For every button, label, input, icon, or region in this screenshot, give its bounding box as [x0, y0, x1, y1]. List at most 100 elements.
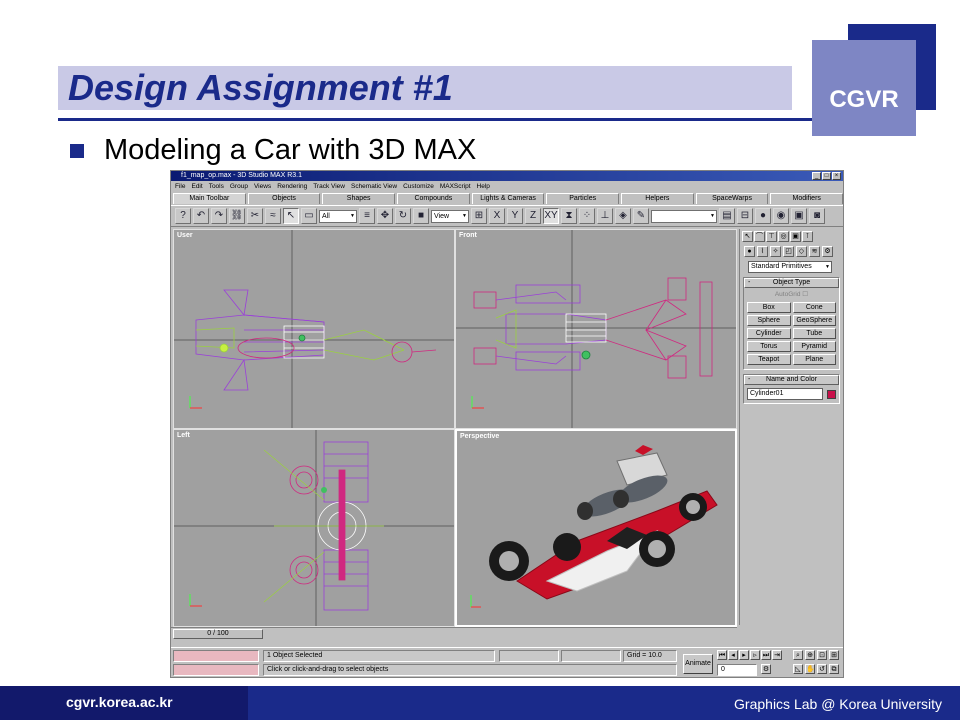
mirror-icon[interactable]: ⧗	[561, 208, 577, 224]
maxscript-mini-input[interactable]	[173, 664, 259, 676]
tab-spacewarps[interactable]: SpaceWarps	[695, 193, 769, 204]
region-select-icon[interactable]: ▭	[301, 208, 317, 224]
time-slider[interactable]: 0 / 100	[173, 629, 263, 639]
rotate-icon[interactable]: ↻	[395, 208, 411, 224]
axis-x-button[interactable]: X	[489, 208, 505, 224]
tab-lights-cameras[interactable]: Lights & Cameras	[471, 193, 545, 204]
zoom-extents-all-icon[interactable]: ⊞	[829, 650, 839, 660]
named-selection-dropdown[interactable]	[651, 209, 717, 223]
cylinder-button[interactable]: Cylinder	[747, 328, 791, 339]
minimize-button[interactable]: _	[812, 172, 821, 180]
object-name-input[interactable]: Cylinder01	[747, 388, 823, 400]
zoom-extents-icon[interactable]: ⊡	[817, 650, 827, 660]
track-view-icon[interactable]: ▤	[719, 208, 735, 224]
geometry-icon[interactable]: ●	[744, 246, 755, 257]
coord-y[interactable]	[561, 650, 621, 662]
zoom-all-icon[interactable]: ⊕	[805, 650, 815, 660]
animate-button[interactable]: Animate	[683, 654, 713, 674]
sphere-button[interactable]: Sphere	[747, 315, 791, 326]
min-max-toggle-icon[interactable]: ⧉	[829, 664, 839, 674]
axis-y-button[interactable]: Y	[507, 208, 523, 224]
autogrid-checkbox[interactable]: AutoGrid ☐	[744, 290, 839, 298]
select-object-icon[interactable]: ↖	[283, 208, 299, 224]
pan-icon[interactable]: ✋	[805, 664, 815, 674]
object-type-header[interactable]: - Object Type	[744, 278, 839, 288]
tab-main-toolbar[interactable]: Main Toolbar	[173, 193, 246, 204]
help-icon[interactable]: ?	[175, 208, 191, 224]
schematic-icon[interactable]: ⊟	[737, 208, 753, 224]
undo-icon[interactable]: ↶	[193, 208, 209, 224]
quick-render-icon[interactable]: ▣	[791, 208, 807, 224]
selection-filter-dropdown[interactable]: All	[319, 209, 357, 223]
maximize-button[interactable]: □	[822, 172, 831, 180]
cameras-icon[interactable]: ◰	[783, 246, 794, 257]
viewport-left[interactable]: Left	[173, 429, 455, 627]
fov-icon[interactable]: ◺	[793, 664, 803, 674]
name-color-header[interactable]: - Name and Color	[744, 375, 839, 385]
menu-edit[interactable]: Edit	[191, 182, 202, 192]
render-scene-icon[interactable]: ◉	[773, 208, 789, 224]
menu-track-view[interactable]: Track View	[313, 182, 345, 192]
time-slider-track[interactable]: 0 / 100	[171, 627, 737, 639]
systems-icon[interactable]: ⚙	[822, 246, 833, 257]
maxscript-listener[interactable]	[173, 650, 259, 662]
align-icon[interactable]: ⊥	[597, 208, 613, 224]
tab-modifiers[interactable]: Modifiers	[770, 193, 844, 204]
menu-customize[interactable]: Customize	[403, 182, 434, 192]
motion-tab-icon[interactable]: ◎	[778, 231, 789, 242]
render-type-icon[interactable]: ◙	[809, 208, 825, 224]
menu-file[interactable]: File	[175, 182, 185, 192]
spacewarps-icon[interactable]: ≋	[809, 246, 820, 257]
menu-views[interactable]: Views	[254, 182, 271, 192]
geosphere-button[interactable]: GeoSphere	[792, 315, 836, 326]
hierarchy-tab-icon[interactable]: ⊤	[766, 231, 777, 242]
close-button[interactable]: ×	[832, 172, 841, 180]
current-frame-input[interactable]: 0	[717, 664, 757, 676]
link-icon[interactable]: ⛓	[229, 208, 245, 224]
array-icon[interactable]: ⁘	[579, 208, 595, 224]
primitive-category-dropdown[interactable]: Standard Primitives	[748, 261, 832, 273]
object-color-swatch[interactable]	[827, 389, 836, 399]
teapot-button[interactable]: Teapot	[747, 354, 791, 365]
tube-button[interactable]: Tube	[792, 328, 836, 339]
spinner-snap-icon[interactable]: ◈	[615, 208, 631, 224]
torus-button[interactable]: Torus	[747, 341, 791, 352]
unlink-icon[interactable]: ✂	[247, 208, 263, 224]
menu-group[interactable]: Group	[230, 182, 248, 192]
menu-help[interactable]: Help	[477, 182, 490, 192]
scale-icon[interactable]: ■	[413, 208, 429, 224]
bind-spacewarp-icon[interactable]: ≈	[265, 208, 281, 224]
create-tab-icon[interactable]: ↖	[742, 231, 753, 242]
next-frame-icon[interactable]: ▹	[750, 650, 760, 660]
move-icon[interactable]: ✥	[377, 208, 393, 224]
coord-x[interactable]	[499, 650, 559, 662]
menu-maxscript[interactable]: MAXScript	[440, 182, 471, 192]
tab-helpers[interactable]: Helpers	[621, 193, 694, 204]
tab-particles[interactable]: Particles	[546, 193, 620, 204]
select-by-name-icon[interactable]: ≡	[359, 208, 375, 224]
axis-xy-button[interactable]: XY	[543, 208, 559, 224]
shapes-icon[interactable]: ⌇	[757, 246, 768, 257]
viewport-user[interactable]: User	[173, 229, 455, 429]
goto-start-icon[interactable]: ⏮	[717, 650, 727, 660]
pivot-center-icon[interactable]: ⊞	[471, 208, 487, 224]
time-config-icon[interactable]: ⚙	[761, 664, 771, 674]
modify-tab-icon[interactable]: ⌒	[754, 231, 765, 242]
cone-button[interactable]: Cone	[792, 302, 836, 313]
reference-coord-dropdown[interactable]: View	[431, 209, 469, 223]
redo-icon[interactable]: ↷	[211, 208, 227, 224]
zoom-icon[interactable]: ⌕	[793, 650, 803, 660]
viewport-perspective[interactable]: Perspective	[455, 429, 737, 627]
tab-compounds[interactable]: Compounds	[397, 193, 470, 204]
footer-url[interactable]: cgvr.korea.ac.kr	[66, 694, 173, 710]
menu-tools[interactable]: Tools	[209, 182, 224, 192]
material-editor-icon[interactable]: ●	[755, 208, 771, 224]
prev-frame-icon[interactable]: ◂	[728, 650, 738, 660]
display-tab-icon[interactable]: ▣	[790, 231, 801, 242]
box-button[interactable]: Box	[747, 302, 791, 313]
arc-rotate-icon[interactable]: ↺	[817, 664, 827, 674]
axis-z-button[interactable]: Z	[525, 208, 541, 224]
tab-shapes[interactable]: Shapes	[322, 193, 396, 204]
lights-icon[interactable]: ✧	[770, 246, 781, 257]
menu-schematic-view[interactable]: Schematic View	[351, 182, 397, 192]
